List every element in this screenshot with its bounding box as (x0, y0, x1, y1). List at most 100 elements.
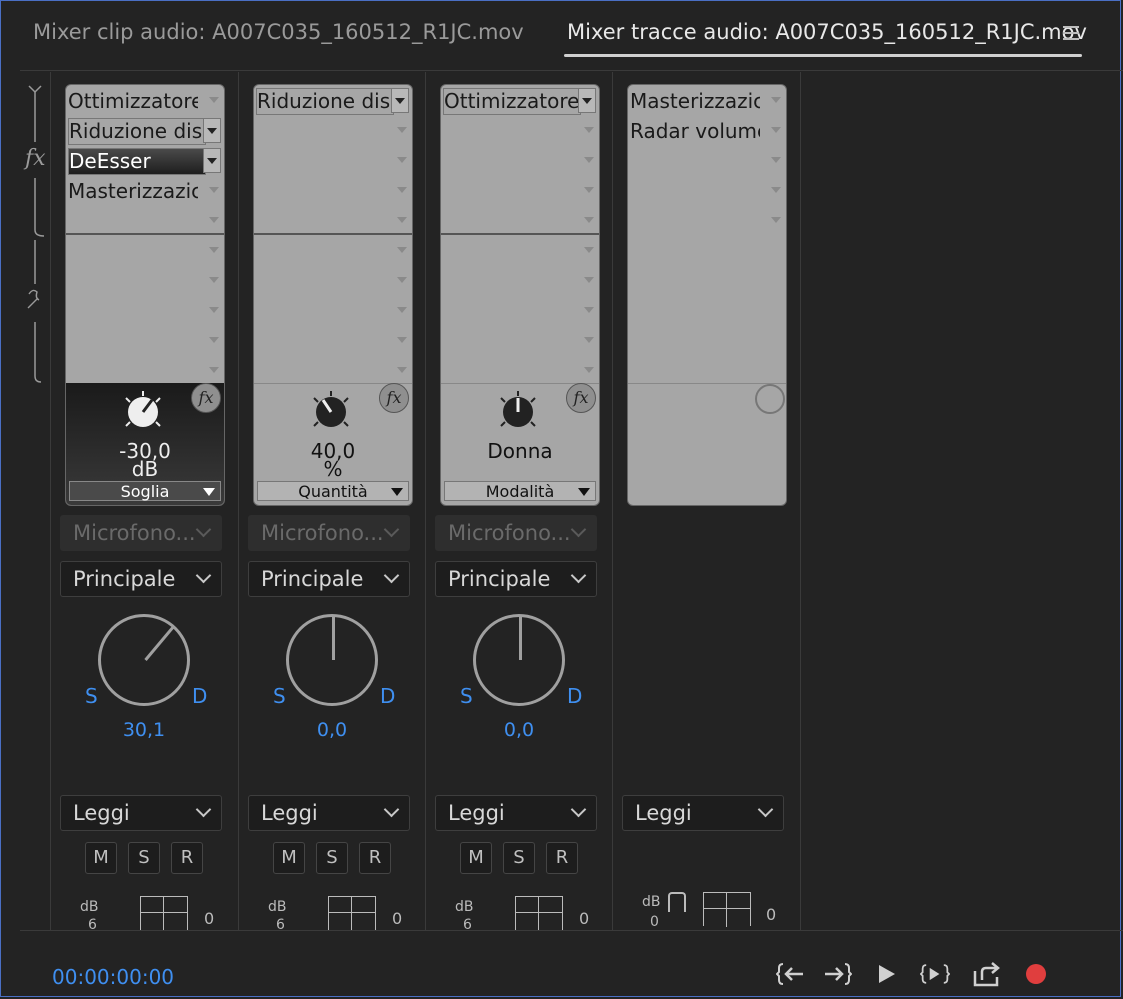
send-slot[interactable] (254, 297, 412, 327)
loop-export-icon[interactable] (972, 960, 1002, 988)
footer-divider (20, 930, 1123, 931)
send-slot[interactable] (441, 327, 599, 357)
param-unit: dB (131, 457, 159, 481)
send-slot[interactable] (441, 297, 599, 327)
send-slot[interactable] (254, 237, 412, 267)
pan-knob[interactable] (473, 614, 565, 706)
output-select[interactable]: Principale (435, 561, 597, 597)
effect-slot[interactable]: Riduzione dis (254, 87, 412, 117)
param-selector[interactable]: Soglia (69, 481, 221, 501)
output-select[interactable]: Principale (248, 561, 410, 597)
pan-knob[interactable] (286, 614, 378, 706)
strip-separator (800, 72, 801, 930)
effects-rack-track-3: Ottimizzatore fx Donna Modalità (440, 84, 600, 506)
effect-slot[interactable] (441, 177, 599, 207)
fx-icon: fx (25, 146, 46, 171)
sidebar-bracket-icon (27, 85, 45, 383)
tab-track-mixer[interactable]: Mixer tracce audio: A007C035_160512_R1JC… (567, 20, 1087, 44)
record-arm-button[interactable]: R (359, 842, 391, 874)
solo-button[interactable]: S (128, 842, 160, 874)
effect-slot[interactable] (441, 117, 599, 147)
param-knob-icon[interactable] (306, 390, 356, 432)
meter-scale-label: 0 (650, 914, 659, 930)
automation-select[interactable]: Leggi (248, 795, 410, 831)
strip-separator (50, 72, 51, 930)
play-icon[interactable] (872, 960, 902, 988)
param-selector[interactable]: Modalità (444, 481, 596, 501)
meter-zero-label: 0 (579, 909, 590, 928)
effect-slot[interactable] (254, 117, 412, 147)
record-button[interactable] (1026, 964, 1046, 984)
effect-slot-selected[interactable]: DeEsser (66, 147, 224, 177)
rack-divider (441, 233, 599, 235)
mute-button[interactable]: M (85, 842, 117, 874)
effect-slot[interactable]: Ottimizzatore (441, 87, 599, 117)
effect-slot[interactable] (628, 177, 786, 207)
pan-knob[interactable] (98, 614, 190, 706)
panel-menu-icon[interactable] (1063, 26, 1079, 40)
pan-value[interactable]: 30,1 (104, 719, 184, 741)
record-arm-button[interactable]: R (546, 842, 578, 874)
mute-button[interactable]: M (460, 842, 492, 874)
solo-button[interactable]: S (316, 842, 348, 874)
tab-clip-mixer[interactable]: Mixer clip audio: A007C035_160512_R1JC.m… (33, 20, 524, 44)
effect-param-panel: fx -30,0 dB Soglia (66, 383, 224, 505)
pan-left-label: S (460, 684, 473, 708)
level-meter (515, 896, 563, 931)
param-value: Donna (487, 439, 553, 463)
master-fader-handle[interactable] (668, 892, 686, 912)
effect-slot[interactable] (254, 147, 412, 177)
param-knob-icon[interactable] (118, 390, 168, 432)
play-in-to-out-icon[interactable] (920, 960, 950, 988)
go-to-out-icon[interactable] (822, 960, 852, 988)
automation-select[interactable]: Leggi (435, 795, 597, 831)
pan-right-label: D (192, 684, 208, 708)
pan-left-label: S (273, 684, 286, 708)
rack-divider (254, 233, 412, 235)
timecode-display[interactable]: 00:00:00:00 (52, 965, 174, 989)
effect-param-panel: fx 40,0 % Quantità (254, 383, 412, 505)
effect-slot[interactable] (628, 147, 786, 177)
mute-button[interactable]: M (273, 842, 305, 874)
send-slot[interactable] (66, 267, 224, 297)
param-knob-icon[interactable] (493, 390, 543, 432)
input-select: Microfono... (248, 515, 410, 551)
effect-slot[interactable]: Masterizzazic (66, 177, 224, 207)
send-slot[interactable] (254, 327, 412, 357)
effect-slot[interactable]: Ottimizzatore (66, 87, 224, 117)
send-slot[interactable] (66, 297, 224, 327)
fx-bypass-button[interactable] (755, 384, 785, 414)
go-to-in-icon[interactable] (776, 960, 806, 988)
pan-value[interactable]: 0,0 (479, 719, 559, 741)
effect-slot[interactable] (441, 147, 599, 177)
effect-slot[interactable]: Riduzione dis (66, 117, 224, 147)
fx-bypass-button[interactable]: fx (191, 383, 221, 413)
effect-slot[interactable] (254, 177, 412, 207)
effects-rack-track-1: Ottimizzatore Riduzione dis DeEsser Mast… (65, 84, 225, 506)
send-slot[interactable] (66, 327, 224, 357)
send-slot[interactable] (441, 237, 599, 267)
send-slot[interactable] (254, 267, 412, 297)
effects-rack-master: Masterizzazic Radar volume (627, 84, 787, 506)
fx-bypass-button[interactable]: fx (379, 383, 409, 413)
pan-value[interactable]: 0,0 (292, 719, 372, 741)
level-meter (703, 892, 751, 927)
meter-db-label: dB (268, 899, 287, 915)
param-selector[interactable]: Quantità (257, 481, 409, 501)
solo-button[interactable]: S (503, 842, 535, 874)
automation-select[interactable]: Leggi (622, 795, 784, 831)
effect-slot[interactable]: Masterizzazic (628, 87, 786, 117)
output-select[interactable]: Principale (60, 561, 222, 597)
effect-slot[interactable] (628, 207, 786, 237)
send-slot[interactable] (441, 267, 599, 297)
record-arm-button[interactable]: R (171, 842, 203, 874)
meter-db-label: dB (80, 899, 99, 915)
pan-left-label: S (85, 684, 98, 708)
send-slot[interactable] (66, 237, 224, 267)
fx-bypass-button[interactable]: fx (566, 383, 596, 413)
automation-select[interactable]: Leggi (60, 795, 222, 831)
sidebar: fx (20, 72, 50, 952)
effect-slot[interactable]: Radar volume (628, 117, 786, 147)
meter-zero-label: 0 (392, 909, 403, 928)
meter-db-label: dB (642, 894, 661, 910)
